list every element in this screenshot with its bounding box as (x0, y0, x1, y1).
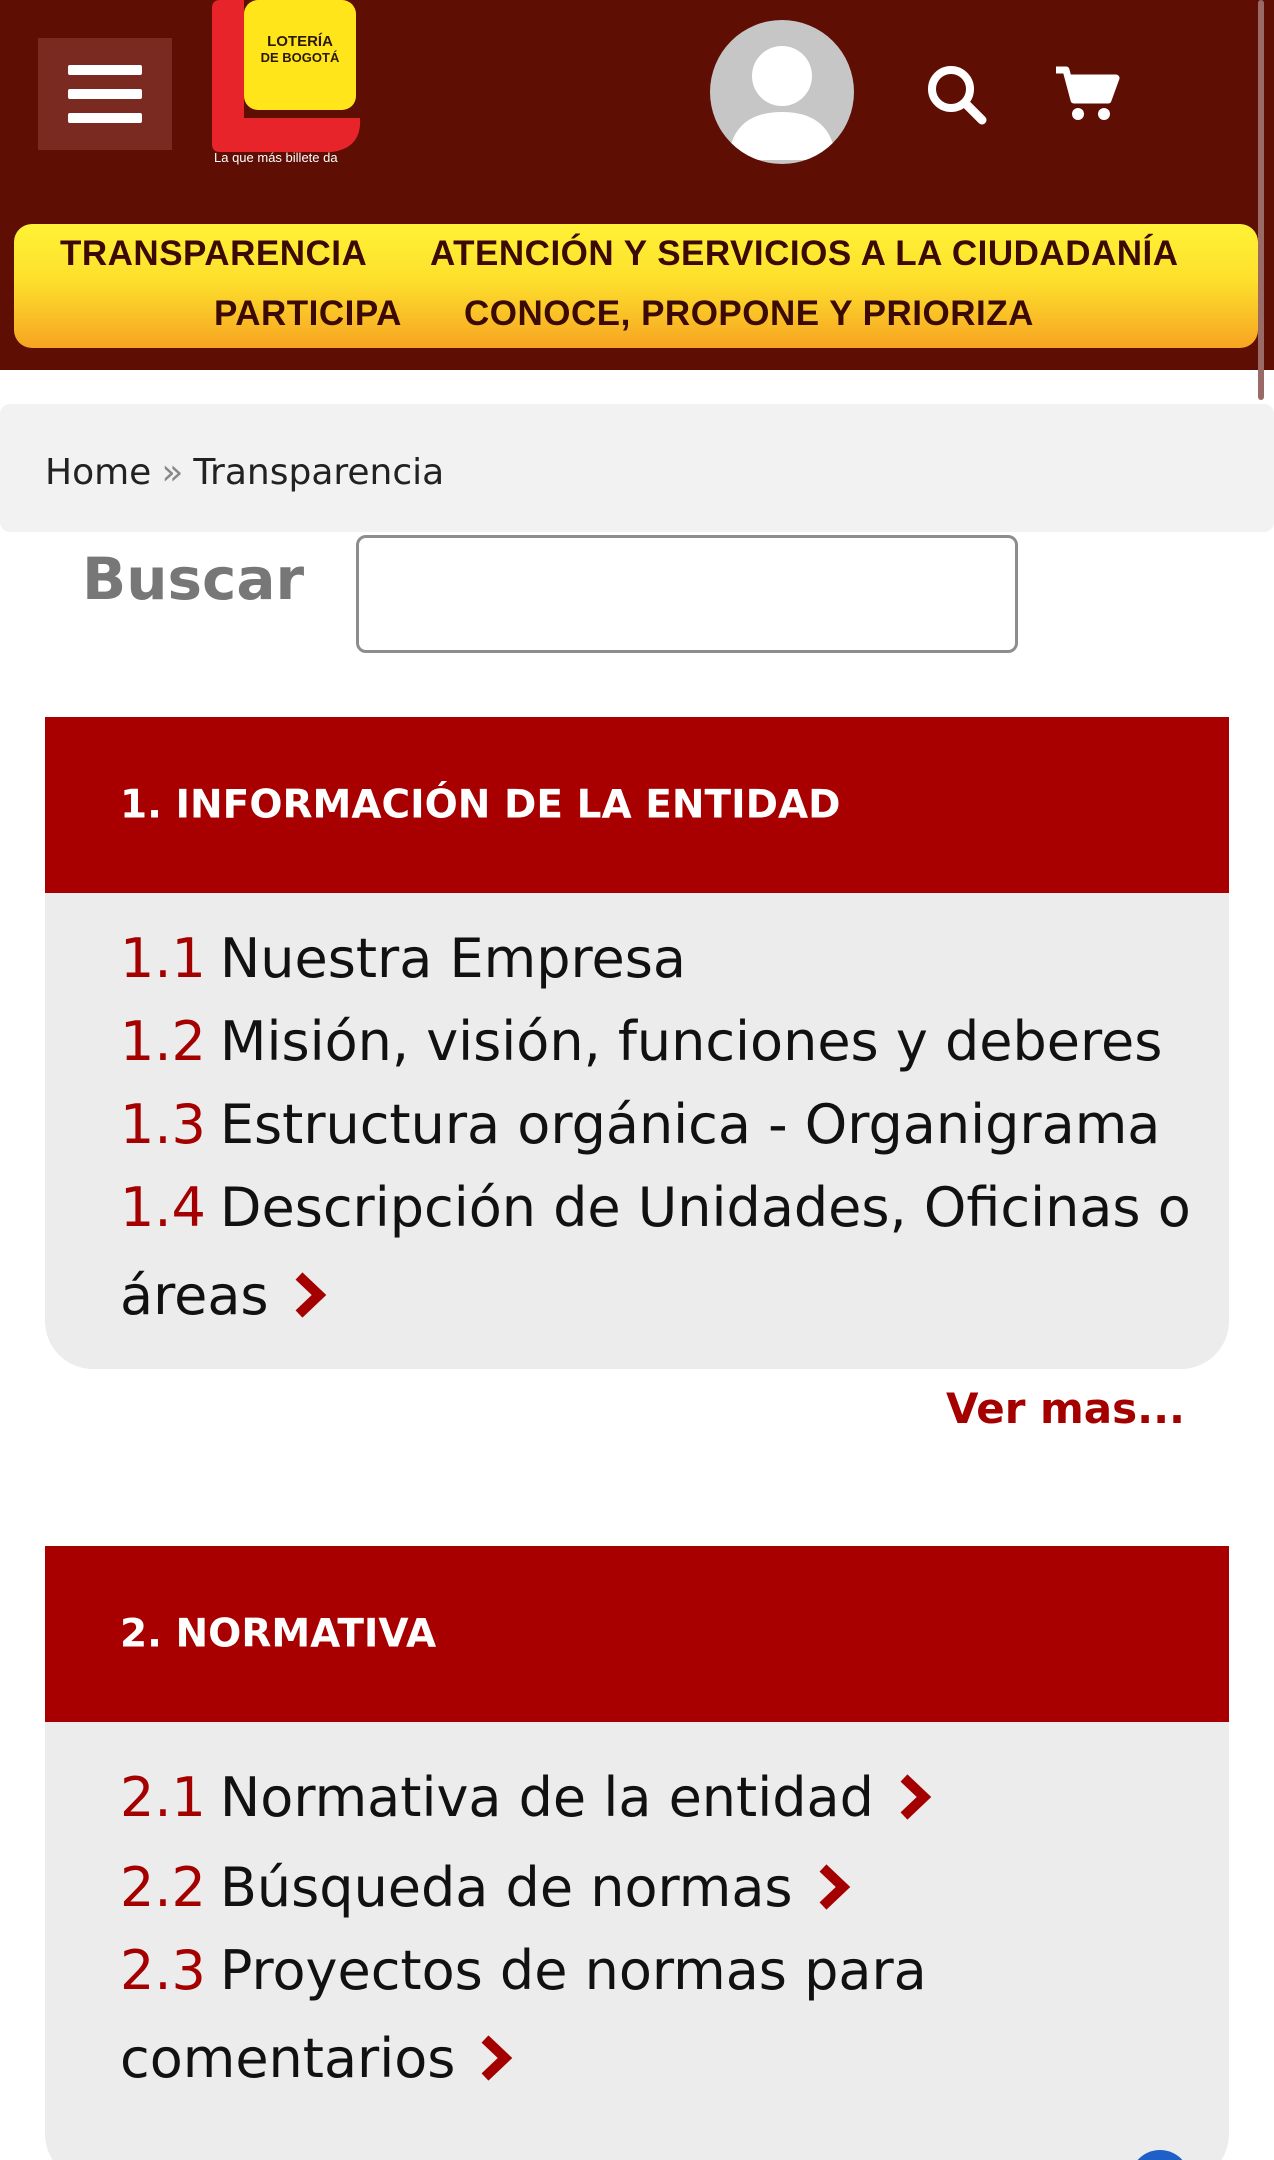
logo-text-line1: LOTERÍA (267, 33, 333, 50)
menu-icon-bar (68, 65, 142, 75)
logo-tagline: La que más billete da (214, 150, 338, 165)
list-item-1-1[interactable]: 1.1 Nuestra Empresa (120, 929, 686, 988)
breadcrumb-home-link[interactable]: Home (45, 452, 151, 493)
list-item-1-4[interactable]: 1.4 Descripción de Unidades, Oficinas o (120, 1178, 1191, 1237)
item-label: Estructura orgánica - Organigrama (219, 1093, 1161, 1156)
item-number: 1.1 (120, 927, 206, 990)
item-number: 2.3 (120, 1939, 206, 2002)
breadcrumb-trail: Home» Transparencia (45, 452, 444, 493)
section-title: 1. INFORMACIÓN DE LA ENTIDAD (120, 782, 841, 828)
nav-item-participa[interactable]: PARTICIPA (214, 294, 402, 334)
list-item-2-1[interactable]: 2.1 Normativa de la entidad (120, 1768, 932, 1827)
site-header: LOTERÍA DE BOGOTÁ La que más billete da … (0, 0, 1274, 370)
item-label-continued: comentarios (120, 2027, 456, 2090)
search-input[interactable] (356, 535, 1018, 653)
menu-icon-bar (68, 113, 142, 123)
chevron-right-icon (295, 1272, 326, 1318)
section-body-normativa: 2.1 Normativa de la entidad 2.2 Búsqueda d… (45, 1722, 1229, 2160)
list-item-2-2[interactable]: 2.2 Búsqueda de normas (120, 1858, 851, 1917)
item-label-continued: áreas (120, 1264, 269, 1327)
main-nav: TRANSPARENCIA ATENCIÓN Y SERVICIOS A LA … (14, 224, 1258, 348)
item-label: Búsqueda de normas (219, 1856, 793, 1919)
section-body-informacion-entidad: 1.1 Nuestra Empresa 1.2 Misión, visión, fu… (45, 893, 1229, 1369)
chevron-right-icon (481, 2035, 513, 2081)
user-avatar-icon[interactable] (710, 20, 854, 164)
logo-text-line2: DE BOGOTÁ (261, 50, 340, 65)
list-item-2-3[interactable]: 2.3 Proyectos de normas para (120, 1941, 927, 2000)
list-item-1-2[interactable]: 1.2 Misión, visión, funciones y deberes (120, 1012, 1162, 1071)
list-item-1-3[interactable]: 1.3 Estructura orgánica - Organigrama (120, 1095, 1160, 1154)
item-number: 2.1 (120, 1766, 206, 1829)
section-header-informacion-entidad[interactable]: 1. INFORMACIÓN DE LA ENTIDAD (45, 717, 1229, 893)
menu-icon-bar (68, 89, 142, 99)
chevron-right-icon (900, 1774, 932, 1820)
list-item-1-4-continued[interactable]: áreas (120, 1266, 327, 1325)
item-label: Misión, visión, funciones y deberes (219, 1010, 1163, 1073)
item-number: 2.2 (120, 1856, 206, 1919)
item-number: 1.4 (120, 1176, 206, 1239)
item-number: 1.2 (120, 1010, 206, 1073)
item-number: 1.3 (120, 1093, 206, 1156)
loteria-logo[interactable]: LOTERÍA DE BOGOTÁ La que más billete da (210, 0, 370, 170)
chevron-right-icon (819, 1864, 850, 1910)
list-item-2-3-continued[interactable]: comentarios (120, 2029, 513, 2088)
section-header-normativa[interactable]: 2. NORMATIVA (45, 1546, 1229, 1722)
section-title: 2. NORMATIVA (120, 1611, 437, 1657)
item-label: Descripción de Unidades, Oficinas o (219, 1176, 1191, 1239)
breadcrumb-current: Transparencia (193, 452, 445, 493)
item-label: Nuestra Empresa (219, 927, 686, 990)
item-label: Normativa de la entidad (219, 1766, 874, 1829)
ver-mas-link[interactable]: Ver mas... (946, 1384, 1185, 1433)
nav-item-conoce-propone[interactable]: CONOCE, PROPONE Y PRIORIZA (464, 294, 1034, 334)
item-label: Proyectos de normas para (219, 1939, 927, 2002)
nav-item-transparencia[interactable]: TRANSPARENCIA (60, 234, 367, 274)
hamburger-menu-button[interactable] (38, 38, 172, 150)
search-label: Buscar (82, 545, 305, 613)
nav-item-atencion-ciudadania[interactable]: ATENCIÓN Y SERVICIOS A LA CIUDADANÍA (430, 234, 1179, 274)
search-icon[interactable] (924, 62, 988, 126)
breadcrumb-separator: » (161, 452, 184, 493)
cart-icon[interactable] (1054, 64, 1120, 124)
page-scrollbar[interactable] (1258, 0, 1264, 400)
